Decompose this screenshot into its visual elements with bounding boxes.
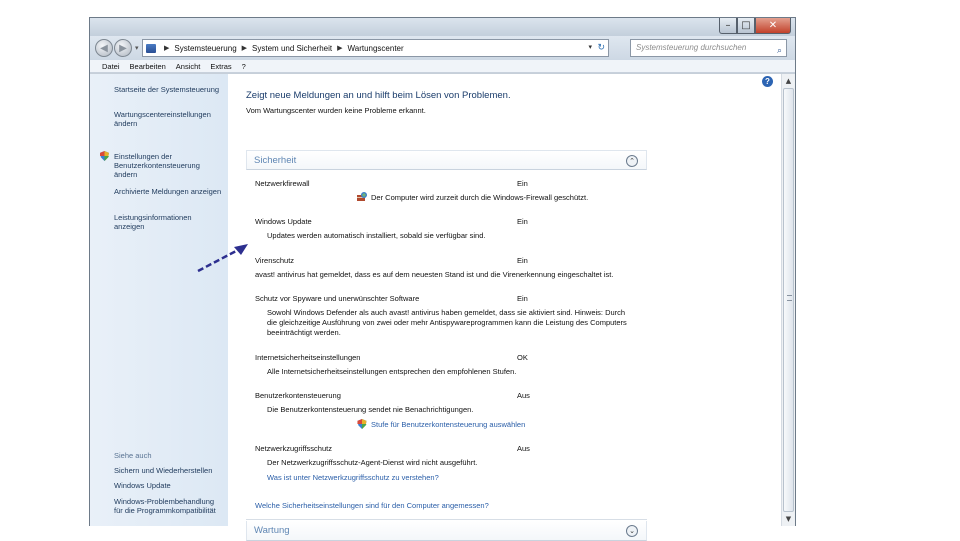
annotation-arrow-icon <box>197 244 248 273</box>
menu-edit[interactable]: Bearbeiten <box>130 62 166 71</box>
item-state: Ein <box>517 217 528 226</box>
item-state: Ein <box>517 179 528 188</box>
menu-help[interactable]: ? <box>242 62 246 71</box>
main-content: ? Zeigt neue Meldungen an und hilft beim… <box>228 74 781 541</box>
screenshot-stage: – □ ✕ ◀ ▶ ▾ ▶ Systemsteuerung ▶ System u… <box>0 0 960 541</box>
item-description: avast! antivirus hat gemeldet, dass es a… <box>255 270 614 279</box>
help-icon[interactable]: ? <box>762 76 773 87</box>
breadcrumb-separator-icon[interactable]: ▶ <box>242 44 247 52</box>
item-state: Aus <box>517 444 530 453</box>
collapse-icon[interactable]: ⌃ <box>626 155 638 167</box>
address-dropdown-icon[interactable]: ▾ <box>588 43 592 51</box>
menu-tools[interactable]: Extras <box>210 62 231 71</box>
maximize-button[interactable]: □ <box>737 18 755 34</box>
item-title: Virenschutz <box>255 256 295 265</box>
sidebar-item-change-settings[interactable]: Wartungscentereinstellungen ändern <box>114 110 222 128</box>
breadcrumb-separator-icon[interactable]: ▶ <box>164 44 169 52</box>
item-state: OK <box>517 353 528 362</box>
scroll-up-icon[interactable]: ▲ <box>782 74 795 87</box>
expand-icon[interactable]: ⌄ <box>626 525 638 537</box>
item-description: Die Benutzerkontensteuerung sendet nie B… <box>267 405 474 414</box>
page-headline: Zeigt neue Meldungen an und hilft beim L… <box>246 90 511 101</box>
uac-shield-icon <box>100 151 109 161</box>
security-section-title: Sicherheit <box>254 155 297 166</box>
navigation-bar: ◀ ▶ ▾ ▶ Systemsteuerung ▶ System und Sic… <box>90 36 795 60</box>
item-description: Sowohl Windows Defender als auch avast! … <box>267 308 627 337</box>
breadcrumb-item[interactable]: Systemsteuerung <box>174 44 236 53</box>
item-title: Schutz vor Spyware und unerwünschter Sof… <box>255 294 420 303</box>
recent-pages-dropdown[interactable]: ▾ <box>135 44 139 52</box>
maintenance-section-title: Wartung <box>254 525 290 536</box>
scroll-grip-icon <box>787 295 792 301</box>
item-title: Netzwerkfirewall <box>255 179 310 188</box>
minimize-button[interactable]: – <box>719 18 737 34</box>
back-button[interactable]: ◀ <box>95 39 113 57</box>
sidebar-item-archived-messages[interactable]: Archivierte Meldungen anzeigen <box>114 187 222 196</box>
search-input[interactable]: Systemsteuerung durchsuchen ⌕ <box>630 39 787 57</box>
sidebar: Startseite der Systemsteuerung Wartungsc… <box>90 74 228 526</box>
control-panel-icon <box>146 43 156 53</box>
item-title: Benutzerkontensteuerung <box>255 391 341 400</box>
item-state: Ein <box>517 256 528 265</box>
item-description: Updates werden automatisch installiert, … <box>267 231 486 240</box>
item-title: Windows Update <box>255 217 312 226</box>
vertical-scrollbar[interactable]: ▲ ▼ <box>781 74 795 526</box>
maintenance-section-header[interactable]: Wartung ⌄ <box>246 521 647 541</box>
title-bar: – □ ✕ <box>90 18 795 36</box>
scrollbar-thumb[interactable] <box>783 88 794 512</box>
menu-view[interactable]: Ansicht <box>176 62 201 71</box>
scroll-down-icon[interactable]: ▼ <box>782 512 795 525</box>
see-also-troubleshooting[interactable]: Windows-Problembehandlung für die Progra… <box>114 497 222 515</box>
security-section-header[interactable]: Sicherheit ⌃ <box>246 150 647 170</box>
breadcrumb-separator-icon[interactable]: ▶ <box>337 44 342 52</box>
section-divider <box>246 519 647 520</box>
see-also-header: Siehe auch <box>114 451 152 460</box>
search-placeholder: Systemsteuerung durchsuchen <box>636 43 747 52</box>
refresh-icon[interactable]: ↻ <box>597 42 605 53</box>
breadcrumb-item[interactable]: System und Sicherheit <box>252 44 332 53</box>
item-description: Alle Internetsicherheitseinstellungen en… <box>267 367 517 376</box>
item-description: Der Computer wird zurzeit durch die Wind… <box>371 193 589 202</box>
page-status-text: Vom Wartungscenter wurden keine Probleme… <box>246 106 426 115</box>
uac-level-link[interactable]: Stufe für Benutzerkontensteuerung auswäh… <box>371 420 525 429</box>
nap-info-link[interactable]: Was ist unter Netzwerkzugriffsschutz zu … <box>267 473 439 482</box>
caption-buttons: – □ ✕ <box>719 18 791 35</box>
address-bar[interactable]: ▶ Systemsteuerung ▶ System und Sicherhei… <box>142 39 609 57</box>
firewall-icon <box>357 192 367 201</box>
item-description: Der Netzwerkzugriffsschutz-Agent-Dienst … <box>267 458 478 467</box>
see-also-backup[interactable]: Sichern und Wiederherstellen <box>114 466 222 475</box>
security-settings-help-link[interactable]: Welche Sicherheitseinstellungen sind für… <box>255 501 489 510</box>
sidebar-item-uac-settings[interactable]: Einstellungen der Benutzerkontensteuerun… <box>114 152 222 179</box>
uac-shield-icon <box>357 419 367 429</box>
forward-button[interactable]: ▶ <box>114 39 132 57</box>
item-state: Aus <box>517 391 530 400</box>
sidebar-item-control-panel-home[interactable]: Startseite der Systemsteuerung <box>114 85 222 94</box>
item-title: Internetsicherheitseinstellungen <box>255 353 361 362</box>
search-icon[interactable]: ⌕ <box>777 42 782 58</box>
menu-bar: Datei Bearbeiten Ansicht Extras ? <box>90 60 795 73</box>
menu-file[interactable]: Datei <box>102 62 120 71</box>
close-button[interactable]: ✕ <box>755 18 791 34</box>
sidebar-item-performance-info[interactable]: Leistungsinformationen anzeigen <box>114 213 222 231</box>
breadcrumb-item[interactable]: Wartungscenter <box>347 44 403 53</box>
item-title: Netzwerkzugriffsschutz <box>255 444 332 453</box>
see-also-windows-update[interactable]: Windows Update <box>114 481 222 490</box>
item-state: Ein <box>517 294 528 303</box>
